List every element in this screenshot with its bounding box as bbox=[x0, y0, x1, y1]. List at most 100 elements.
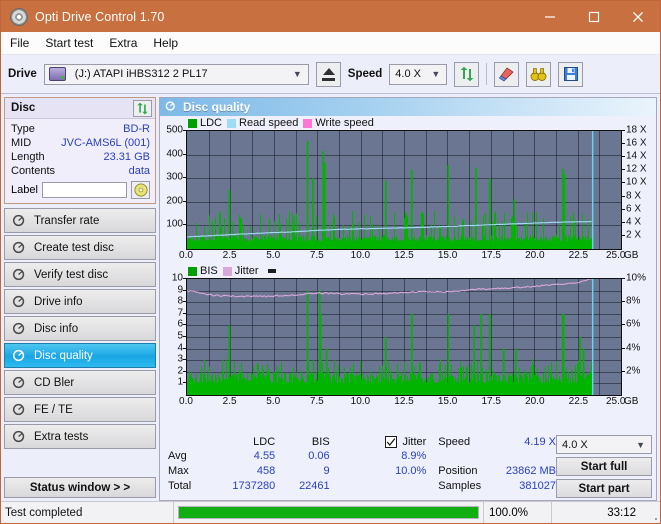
axis-tick-label: 25.0 bbox=[606, 250, 626, 261]
menu-extra[interactable]: Extra bbox=[109, 36, 137, 50]
stats-panel: Avg Max Total LDC 4.55 458 1737280 BIS 0… bbox=[160, 432, 656, 500]
start-full-button[interactable]: Start full bbox=[556, 457, 653, 476]
status-window-button[interactable]: Status window > > bbox=[4, 477, 156, 498]
sidebar-item-extra-tests[interactable]: Extra tests bbox=[4, 424, 156, 449]
disc-refresh-icon[interactable] bbox=[133, 99, 152, 117]
sidebar-item-disc-quality[interactable]: Disc quality bbox=[4, 343, 156, 368]
test-speed-value: 4.0 X bbox=[562, 438, 588, 451]
start-part-button[interactable]: Start part bbox=[556, 479, 653, 498]
menu-bar: File Start test Extra Help bbox=[1, 32, 660, 55]
axis-tick-label: 300 bbox=[166, 171, 183, 183]
axis-tick-label: 8 X bbox=[626, 190, 642, 202]
sidebar-item-verify-test-disc[interactable]: Verify test disc bbox=[4, 262, 156, 287]
disc-row-contents: Contents data bbox=[11, 164, 150, 178]
axis-tick-label: 22.5 bbox=[568, 396, 589, 407]
resize-grip[interactable] bbox=[644, 502, 660, 523]
stats-label-avg: Avg bbox=[168, 450, 187, 462]
stats-column-bis: BIS 0.06 9 22461 bbox=[275, 435, 330, 498]
chevron-down-icon: ▼ bbox=[636, 439, 646, 450]
bis-plot-row: 1 2 3 4 5 6 7 8 9 10 2% 4% 6% 8% 10% bbox=[160, 273, 656, 396]
axis-tick-label: 7.5 bbox=[309, 250, 324, 261]
menu-start-test[interactable]: Start test bbox=[45, 36, 93, 50]
stats-label-max: Max bbox=[168, 465, 189, 477]
stats-label-total: Total bbox=[168, 480, 192, 492]
disc-label-input[interactable] bbox=[41, 182, 127, 198]
axis-tick-label: 6% bbox=[626, 318, 641, 330]
axis-tick-label: 100 bbox=[166, 218, 183, 230]
drive-select[interactable]: (J:) ATAPI iHBS312 2 PL17 ▼ bbox=[43, 63, 309, 85]
axis-tick-label: 200 bbox=[166, 195, 183, 207]
disc-label-row: Label bbox=[11, 181, 150, 199]
samples-stat-value: 381027 bbox=[519, 480, 557, 492]
sidebar-item-fe-te[interactable]: FE / TE bbox=[4, 397, 156, 422]
disc-label-icon[interactable] bbox=[131, 181, 150, 199]
eject-button[interactable] bbox=[315, 61, 341, 87]
disc-row-type-key: Type bbox=[11, 123, 35, 135]
legend-ldc: LDC bbox=[188, 117, 222, 129]
sidebar-item-label: Disc info bbox=[34, 322, 79, 335]
gauge-icon bbox=[12, 375, 27, 390]
menu-help[interactable]: Help bbox=[153, 36, 178, 50]
axis-tick-label: 400 bbox=[166, 148, 183, 160]
stats-meta-labels: Speed Position Samples bbox=[426, 435, 492, 498]
disc-panel-title: Disc bbox=[11, 102, 36, 114]
close-icon[interactable] bbox=[616, 1, 660, 32]
status-text: Test completed bbox=[1, 502, 174, 523]
app-window: Opti Drive Control 1.70 File Start test … bbox=[0, 0, 661, 524]
stats-bis-avg: 0.06 bbox=[308, 450, 330, 462]
binoculars-icon[interactable] bbox=[526, 61, 552, 87]
eraser-icon[interactable] bbox=[494, 61, 520, 87]
axis-tick-label: 5.0 bbox=[266, 250, 281, 261]
sidebar-item-cd-bler[interactable]: CD Bler bbox=[4, 370, 156, 395]
samples-stat-label: Samples bbox=[438, 480, 482, 492]
disc-row-length-value: 23.31 GB bbox=[103, 151, 150, 163]
sidebar-item-label: FE / TE bbox=[34, 403, 73, 416]
axis-tick-label: 6 X bbox=[626, 203, 642, 215]
title-bar: Opti Drive Control 1.70 bbox=[1, 1, 660, 32]
legend-read-speed: Read speed bbox=[227, 117, 298, 129]
jitter-checkbox[interactable] bbox=[385, 436, 398, 448]
sidebar-item-create-test-disc[interactable]: Create test disc bbox=[4, 235, 156, 260]
axis-tick-label: 4 X bbox=[626, 216, 642, 228]
disc-panel-header: Disc bbox=[5, 98, 155, 119]
disc-row-length: Length 23.31 GB bbox=[11, 150, 150, 164]
legend-swatch-icon bbox=[222, 266, 232, 276]
legend-jitter: Jitter bbox=[222, 265, 259, 277]
speed-select[interactable]: 4.0 X ▼ bbox=[389, 63, 448, 85]
ldc-legend: LDC Read speed Write speed bbox=[160, 116, 656, 130]
axis-tick-label: 0.0 bbox=[179, 250, 193, 261]
refresh-icon[interactable] bbox=[454, 61, 480, 87]
window-title: Opti Drive Control 1.70 bbox=[35, 9, 165, 24]
sidebar-item-transfer-rate[interactable]: Transfer rate bbox=[4, 208, 156, 233]
axis-unit-label: GB bbox=[624, 250, 639, 261]
legend-write-speed: Write speed bbox=[303, 117, 374, 129]
stats-ldc-max: 458 bbox=[256, 465, 276, 477]
maximize-icon[interactable] bbox=[572, 1, 616, 32]
legend-label: LDC bbox=[200, 117, 223, 129]
menu-file[interactable]: File bbox=[10, 36, 29, 50]
disc-info-rows: Type BD-R MID JVC-AMS6L (001) Length 23.… bbox=[5, 119, 155, 203]
axis-tick-label: 8% bbox=[626, 295, 641, 307]
stats-bis-max: 9 bbox=[323, 465, 330, 477]
main-content: Disc quality LDC Read speed Write speed … bbox=[159, 94, 660, 501]
minimize-icon[interactable] bbox=[528, 1, 572, 32]
panel-header: Disc quality bbox=[160, 98, 656, 116]
axis-tick-label: 12 X bbox=[626, 163, 647, 175]
sidebar-item-disc-info[interactable]: Disc info bbox=[4, 316, 156, 341]
gauge-icon bbox=[12, 429, 27, 444]
sidebar-item-drive-info[interactable]: Drive info bbox=[4, 289, 156, 314]
axis-tick-label: 18 X bbox=[626, 124, 647, 136]
legend-swatch-icon bbox=[303, 118, 313, 128]
ldc-y-axis: 100 200 300 400 500 bbox=[160, 125, 186, 248]
save-icon[interactable] bbox=[558, 61, 584, 87]
test-speed-select[interactable]: 4.0 X ▼ bbox=[556, 435, 653, 454]
axis-tick-label: 17.5 bbox=[481, 250, 501, 261]
app-body: Disc Type BD-R MID JVC-AMS6L (001) Lengt… bbox=[1, 94, 660, 501]
stats-row-labels: Avg Max Total bbox=[160, 435, 214, 498]
axis-tick-label: 15.0 bbox=[437, 396, 458, 407]
bis-y-axis: 1 2 3 4 5 6 7 8 9 10 bbox=[160, 273, 186, 394]
ldc-plot-row: 100 200 300 400 500 2 X4 X6 X8 X 10 X 12 X 14 X… bbox=[160, 125, 656, 250]
axis-unit-label: GB bbox=[624, 396, 639, 407]
stats-header-ldc: LDC bbox=[253, 436, 276, 448]
axis-tick-label: 20.0 bbox=[525, 250, 545, 261]
